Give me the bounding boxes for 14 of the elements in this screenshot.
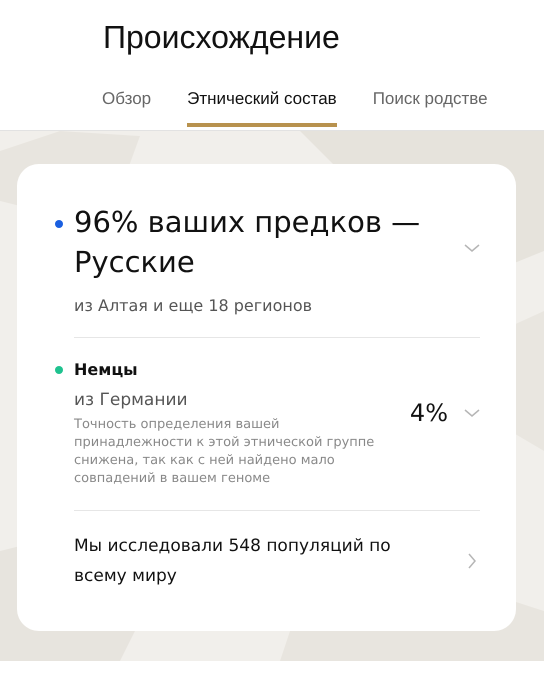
group-subtitle: из Германии xyxy=(74,390,189,410)
populations-link[interactable]: Мы исследовали 548 популяций по всему миру xyxy=(74,531,434,591)
percent-value: 4% xyxy=(410,399,448,427)
chevron-down-icon[interactable] xyxy=(464,244,480,253)
page-title: Происхождение xyxy=(103,18,341,57)
accuracy-note: Точность определения вашей принадлежности к этой этнической группе снижена, так как с ней найдено мало совпадений в вашем геноме xyxy=(74,416,376,488)
chevron-down-icon[interactable] xyxy=(464,408,480,418)
tab[interactable]: Обзор xyxy=(102,89,152,127)
tab[interactable]: Этнический состав xyxy=(187,89,337,127)
group-title: 96% ваших предков — Русские xyxy=(74,204,422,281)
tab[interactable]: Поиск родстве xyxy=(372,89,488,127)
group-title: Немцы xyxy=(74,359,139,381)
chevron-right-icon[interactable] xyxy=(468,553,476,569)
group-subtitle: из Алтая и еще 18 регионов xyxy=(74,296,314,315)
